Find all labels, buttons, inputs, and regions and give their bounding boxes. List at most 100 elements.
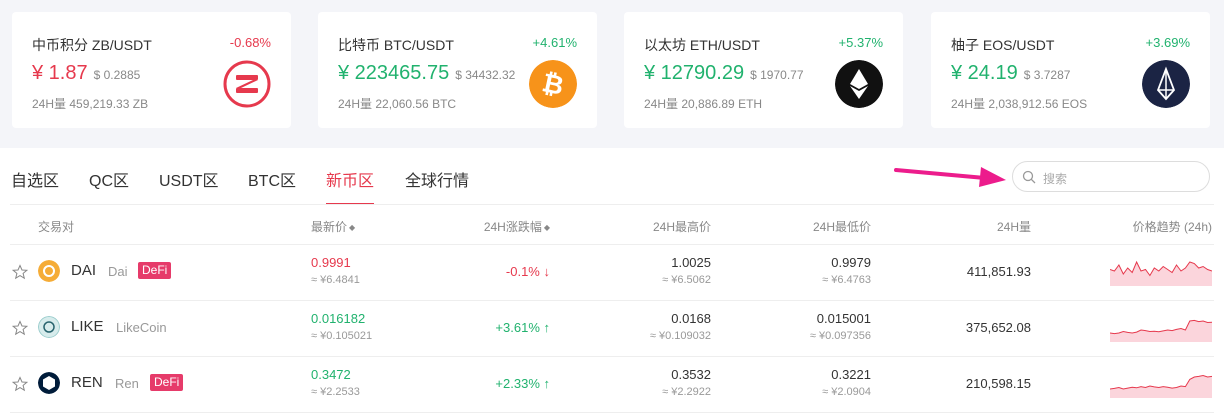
card-change: +4.61% — [532, 35, 577, 50]
card-price-line: ¥ 12790.29 $ 1970.77 — [644, 62, 804, 85]
tab-favorites[interactable]: 自选区 — [11, 167, 59, 191]
market-card-eth[interactable]: 以太坊 ETH/USDT +5.37% ¥ 12790.29 $ 1970.77 … — [624, 12, 903, 128]
high-price: 0.3532 — [671, 367, 711, 382]
divider — [10, 204, 1214, 205]
card-price-line: ¥ 223465.75 $ 34432.32 — [338, 62, 515, 85]
change-cell: -0.1% ↓ — [506, 264, 550, 279]
favorite-star-icon[interactable] — [12, 264, 28, 280]
market-card-btc[interactable]: 比特币 BTC/USDT +4.61% ¥ 223465.75 $ 34432.3… — [318, 12, 597, 128]
sort-icon[interactable]: ◆ — [544, 223, 550, 232]
card-usd: $ 3.7287 — [1023, 68, 1071, 82]
arrow-up-icon: ↑ — [543, 376, 551, 391]
last-price-cny: ≈ ¥2.2533 — [311, 386, 360, 398]
ethereum-icon — [835, 60, 883, 108]
change-cell: +2.33% ↑ — [495, 376, 550, 391]
pair-name: Dai — [108, 264, 128, 279]
table-row[interactable]: REN Ren DeFi 0.3472 ≈ ¥2.2533 +2.33% ↑ 0… — [0, 356, 1224, 412]
annotation-arrow-icon — [894, 167, 1006, 187]
card-usd: $ 1970.77 — [750, 68, 804, 82]
tab-new-coins[interactable]: 新币区 — [326, 167, 375, 205]
pair-symbol[interactable]: REN — [71, 374, 103, 391]
volume: 210,598.15 — [965, 376, 1031, 391]
ren-icon — [38, 372, 60, 394]
tab-global-markets[interactable]: 全球行情 — [405, 167, 469, 191]
table-row[interactable]: LIKE LikeCoin 0.016182 ≈ ¥0.105021 +3.61… — [0, 300, 1224, 356]
change-cell: +3.61% ↑ — [495, 320, 550, 335]
price-trend-sparkline — [1110, 319, 1212, 342]
favorite-star-icon[interactable] — [12, 320, 28, 336]
high-price-cny: ≈ ¥2.2922 — [662, 386, 711, 398]
high-price: 0.0168 — [671, 311, 711, 326]
price-trend-sparkline — [1110, 374, 1212, 398]
last-price-cny: ≈ ¥6.4841 — [311, 274, 360, 286]
column-header-high: 24H最高价 — [652, 220, 711, 234]
column-header-pair: 交易对 — [38, 220, 75, 234]
card-change: +5.37% — [838, 35, 883, 50]
low-price-cny: ≈ ¥2.0904 — [822, 386, 871, 398]
card-change: +3.69% — [1145, 35, 1190, 50]
defi-badge: DeFi — [138, 262, 172, 279]
pair-name: LikeCoin — [116, 320, 167, 335]
dai-icon — [38, 260, 60, 282]
last-price: 0.016182 — [311, 311, 366, 326]
card-price-line: ¥ 1.87 $ 0.2885 — [32, 62, 140, 85]
card-volume: 24H量 459,219.33 ZB — [32, 97, 149, 111]
pair-name: Ren — [115, 376, 139, 391]
change-value: +3.61% — [495, 320, 540, 335]
search-icon — [1022, 170, 1036, 184]
card-volume: 24H量 2,038,912.56 EOS — [951, 97, 1088, 111]
card-usd: $ 0.2885 — [93, 68, 141, 82]
card-price: ¥ 12790.29 — [644, 62, 745, 84]
pair-symbol[interactable]: DAI — [71, 262, 96, 279]
card-price: ¥ 24.19 — [951, 62, 1018, 84]
arrow-up-icon: ↑ — [543, 320, 551, 335]
column-header-change[interactable]: 24H涨跌幅 ◆ — [484, 218, 550, 235]
market-card-zb[interactable]: 中币积分 ZB/USDT -0.68% ¥ 1.87 $ 0.2885 24H量 … — [12, 12, 291, 128]
tab-btc[interactable]: BTC区 — [248, 167, 296, 191]
market-card-eos[interactable]: 柚子 EOS/USDT +3.69% ¥ 24.19 $ 3.7287 24H量 … — [931, 12, 1210, 128]
column-header-last-price[interactable]: 最新价 ◆ — [311, 218, 355, 235]
card-change: -0.68% — [229, 35, 271, 50]
low-price: 0.3221 — [831, 367, 871, 382]
card-volume: 24H量 22,060.56 BTC — [338, 97, 457, 111]
bitcoin-icon: ₿ — [529, 60, 577, 108]
pair-symbol[interactable]: LIKE — [71, 318, 104, 335]
header-label: 24H涨跌幅 — [483, 220, 542, 234]
search-box[interactable]: 搜索 — [1012, 161, 1210, 192]
volume: 411,851.93 — [966, 264, 1031, 279]
card-pair: 中币积分 ZB/USDT — [32, 37, 152, 53]
sort-icon[interactable]: ◆ — [349, 223, 355, 232]
change-value: +2.33% — [495, 376, 540, 391]
low-price: 0.015001 — [816, 311, 871, 326]
card-usd: $ 34432.32 — [455, 68, 516, 82]
tab-qc[interactable]: QC区 — [89, 167, 129, 191]
defi-badge: DeFi — [150, 374, 184, 391]
high-price: 1.0025 — [671, 255, 711, 270]
card-price: ¥ 1.87 — [32, 62, 88, 84]
card-volume: 24H量 20,886.89 ETH — [644, 97, 763, 111]
card-pair: 柚子 EOS/USDT — [951, 37, 1055, 53]
high-price-cny: ≈ ¥0.109032 — [649, 330, 711, 342]
card-price: ¥ 223465.75 — [338, 62, 450, 84]
eos-icon — [1142, 60, 1190, 108]
favorite-star-icon[interactable] — [12, 376, 28, 392]
tab-usdt[interactable]: USDT区 — [159, 167, 219, 191]
arrow-down-icon: ↓ — [543, 264, 551, 279]
card-pair: 以太坊 ETH/USDT — [644, 37, 760, 53]
card-pair: 比特币 BTC/USDT — [338, 37, 454, 53]
column-header-trend: 价格趋势 (24h) — [1132, 220, 1212, 234]
likecoin-icon — [38, 316, 60, 338]
price-trend-sparkline — [1110, 260, 1212, 286]
last-price: 0.9991 — [311, 255, 351, 270]
header-label: 最新价 — [311, 220, 348, 234]
volume: 375,652.08 — [965, 320, 1031, 335]
last-price: 0.3472 — [311, 367, 351, 382]
zb-logo-icon — [223, 60, 271, 108]
card-price-line: ¥ 24.19 $ 3.7287 — [951, 62, 1070, 85]
search-input[interactable]: 搜索 — [1043, 170, 1067, 187]
table-row[interactable]: DAI Dai DeFi 0.9991 ≈ ¥6.4841 -0.1% ↓ 1.… — [0, 244, 1224, 300]
last-price-cny: ≈ ¥0.105021 — [311, 330, 373, 342]
low-price-cny: ≈ ¥6.4763 — [822, 274, 871, 286]
low-price: 0.9979 — [831, 255, 871, 270]
change-value: -0.1% — [505, 264, 540, 279]
